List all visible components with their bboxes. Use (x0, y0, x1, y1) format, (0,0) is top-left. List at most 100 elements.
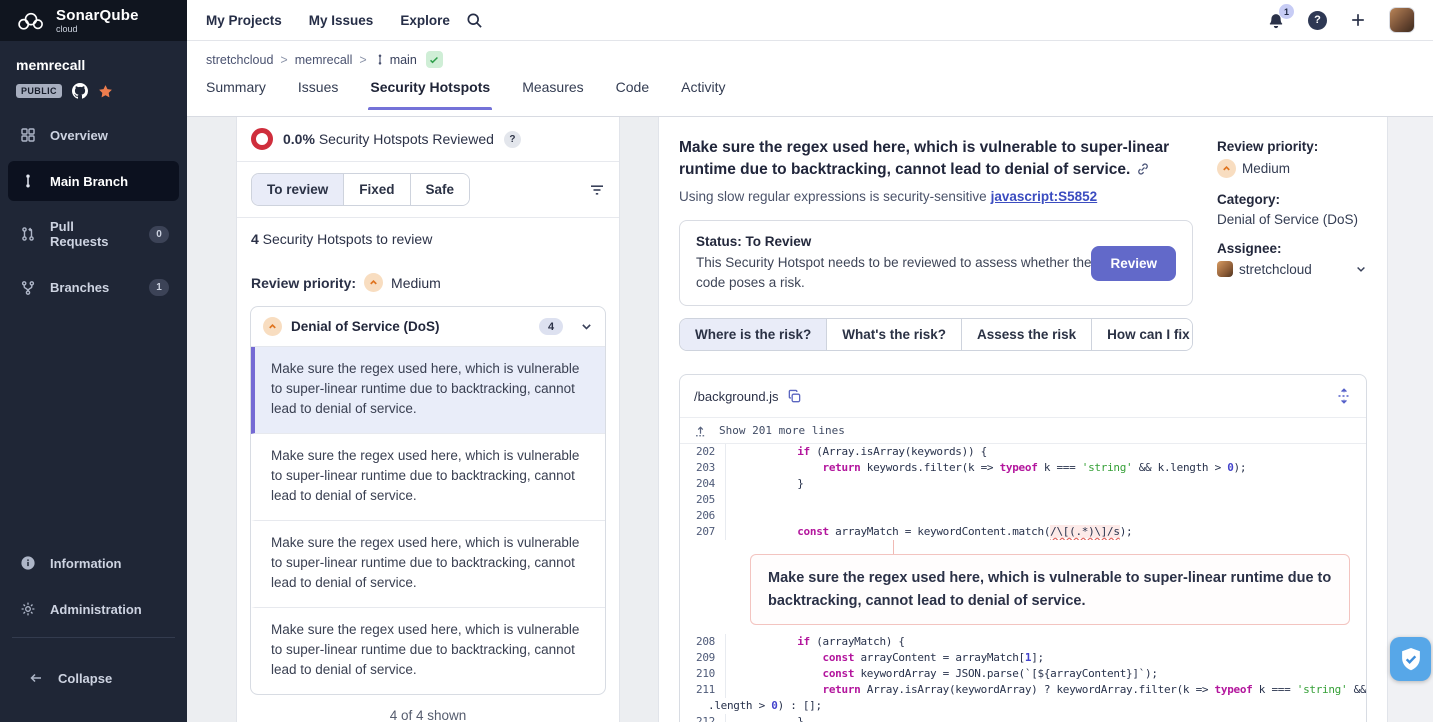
filter-icon[interactable] (589, 182, 605, 198)
tab-security-hotspots[interactable]: Security Hotspots (370, 77, 490, 110)
breadcrumb-separator: > (280, 53, 287, 67)
breadcrumb-branch[interactable]: main (374, 53, 417, 67)
review-button[interactable]: Review (1091, 246, 1176, 281)
line-number[interactable]: 212 (680, 714, 726, 722)
breadcrumb-org[interactable]: stretchcloud (206, 53, 273, 67)
filter-tab-fixed[interactable]: Fixed (343, 174, 409, 205)
sidebar-nav: Overview Main Branch Pull Requests0 Branche… (0, 109, 187, 314)
info-icon (20, 555, 36, 571)
sidebar-item-main-branch[interactable]: Main Branch (8, 161, 179, 201)
line-source (726, 492, 734, 508)
hotspots-count: 4 Security Hotspots to review (237, 218, 619, 251)
category-group-title: Denial of Service (DoS) (291, 319, 440, 334)
nav-link-explore[interactable]: Explore (400, 13, 450, 28)
code-line: 205 (680, 492, 1366, 508)
star-icon[interactable] (98, 84, 113, 99)
code-issue-message[interactable]: Make sure the regex used here, which is … (750, 554, 1350, 625)
detail-tab-what-s-the-risk[interactable]: What's the risk? (826, 319, 961, 350)
detail-tab-assess-the-risk[interactable]: Assess the risk (961, 319, 1091, 350)
hotspot-title: Make sure the regex used here, which is … (679, 137, 1193, 182)
line-number[interactable]: 202 (680, 444, 726, 460)
show-more-lines-top[interactable]: Show 201 more lines (680, 417, 1366, 443)
line-number[interactable]: 210 (680, 666, 726, 682)
assignee-select[interactable]: stretchcloud (1217, 261, 1367, 277)
sidebar-divider (12, 637, 175, 638)
status-description: This Security Hotspot needs to be review… (696, 253, 1091, 292)
category-label: Category: (1217, 192, 1367, 207)
expand-vertical-icon[interactable] (1336, 388, 1352, 404)
status-filter-tabs: To reviewFixedSafe (251, 173, 470, 206)
plus-icon[interactable] (1350, 12, 1366, 28)
category-count-badge: 4 (539, 318, 563, 335)
category-group-card: Denial of Service (DoS) 4 Make sure the … (250, 306, 606, 695)
shown-count: 4 of 4 shown (237, 695, 619, 722)
copy-icon[interactable] (787, 389, 802, 404)
page: SonarQube cloud memrecall PUBLIC Overvie… (0, 0, 1433, 722)
sidebar-item-information[interactable]: Information (8, 543, 179, 583)
code-issue-message-row: Make sure the regex used here, which is … (680, 540, 1366, 634)
sidebar-item-collapse[interactable]: Collapse (16, 658, 171, 698)
breadcrumb-separator: > (359, 53, 366, 67)
line-number[interactable]: 209 (680, 650, 726, 666)
detail-tabs: Where is the risk?What's the risk?Assess… (679, 318, 1193, 351)
tab-code[interactable]: Code (616, 77, 649, 110)
rule-key-link[interactable]: javascript:S5852 (991, 189, 1098, 204)
breadcrumb-project[interactable]: memrecall (295, 53, 353, 67)
shield-check-icon[interactable] (1390, 637, 1431, 681)
sidebar-item-administration[interactable]: Administration (8, 589, 179, 629)
sidebar-item-label: Administration (50, 602, 142, 617)
user-avatar[interactable] (1389, 7, 1415, 33)
sidebar-item-overview[interactable]: Overview (8, 115, 179, 155)
line-number[interactable]: 208 (680, 634, 726, 650)
sidebar-item-branches[interactable]: Branches1 (8, 267, 179, 308)
medium-priority-icon (263, 317, 282, 336)
filter-tab-to-review[interactable]: To review (252, 174, 343, 205)
line-number[interactable]: 207 (680, 524, 726, 540)
notifications-button[interactable]: 1 (1267, 11, 1285, 29)
reviewed-summary: 0.0% Security Hotspots Reviewed (283, 131, 494, 147)
tab-measures[interactable]: Measures (522, 77, 583, 110)
hotspot-list-item[interactable]: Make sure the regex used here, which is … (251, 608, 605, 694)
permalink-icon[interactable] (1136, 162, 1150, 176)
file-path: /background.js (694, 389, 779, 404)
line-source: } (726, 476, 804, 492)
detail-tab-how-can-i-fix-it[interactable]: How can I fix it? (1091, 319, 1193, 350)
hotspot-list-item[interactable]: Make sure the regex used here, which is … (251, 347, 605, 434)
line-number[interactable]: 211 (680, 682, 726, 698)
code-line: 203 return keywords.filter(k => typeof k… (680, 460, 1366, 476)
reviewed-percent: 0.0% (283, 131, 315, 147)
expand-up-icon (694, 424, 707, 437)
hotspot-list-item[interactable]: Make sure the regex used here, which is … (251, 434, 605, 521)
nav-link-my-issues[interactable]: My Issues (309, 13, 374, 28)
grid-icon (20, 127, 36, 143)
tab-activity[interactable]: Activity (681, 77, 725, 110)
tab-summary[interactable]: Summary (206, 77, 266, 110)
chevron-down-icon[interactable] (580, 320, 593, 333)
line-number[interactable]: 204 (680, 476, 726, 492)
category-group-header[interactable]: Denial of Service (DoS) 4 (251, 307, 605, 347)
search-icon[interactable] (466, 12, 483, 29)
collapse-label: Collapse (58, 671, 112, 686)
filter-tab-safe[interactable]: Safe (410, 174, 470, 205)
line-source: if (arrayMatch) { (726, 634, 905, 650)
sonarqube-logo[interactable]: SonarQube cloud (0, 0, 187, 41)
github-icon[interactable] (72, 83, 88, 99)
reviewed-label: Security Hotspots Reviewed (319, 131, 494, 147)
code-line: 210 const keywordArray = JSON.parse(`[${… (680, 666, 1366, 682)
help-button[interactable]: ? (1308, 11, 1327, 30)
reviewed-help-icon[interactable]: ? (504, 131, 521, 148)
detail-sidebar: Review priority: Medium Category: Denial… (1217, 137, 1367, 351)
tab-issues[interactable]: Issues (298, 77, 338, 110)
gear-icon (20, 601, 36, 617)
detail-tab-where-is-the-risk[interactable]: Where is the risk? (680, 319, 826, 350)
assignee-label: Assignee: (1217, 241, 1367, 256)
sidebar-item-pull-requests[interactable]: Pull Requests0 (8, 207, 179, 261)
nav-link-my-projects[interactable]: My Projects (206, 13, 282, 28)
line-number[interactable]: 205 (680, 492, 726, 508)
line-number[interactable]: 203 (680, 460, 726, 476)
code-line: 206 (680, 508, 1366, 524)
code-line: 202 if (Array.isArray(keywords)) { (680, 444, 1366, 460)
hotspot-list-item[interactable]: Make sure the regex used here, which is … (251, 521, 605, 608)
breadcrumb: stretchcloud > memrecall > main (206, 51, 1433, 68)
line-number[interactable]: 206 (680, 508, 726, 524)
